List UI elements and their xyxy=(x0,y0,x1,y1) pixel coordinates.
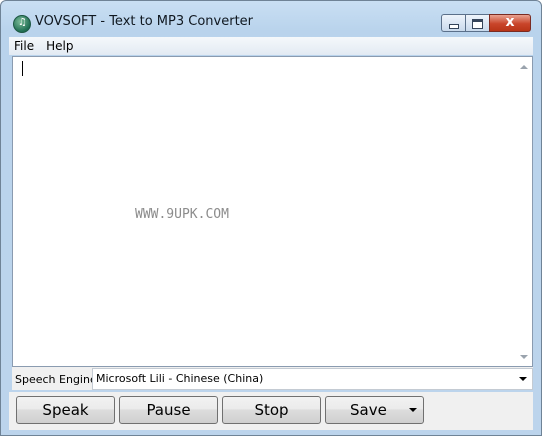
close-button[interactable]: x xyxy=(489,14,531,32)
menu-bar: File Help xyxy=(9,37,533,55)
close-icon: x xyxy=(505,14,515,30)
maximize-button[interactable] xyxy=(465,14,489,32)
app-window: ♫ VOVSOFT - Text to MP3 Converter x File… xyxy=(0,0,542,436)
caption-buttons: x xyxy=(441,14,531,32)
app-logo-icon[interactable]: ♫ xyxy=(13,15,31,33)
minimize-button[interactable] xyxy=(441,14,465,32)
button-bar: Speak Pause Stop Save xyxy=(9,392,533,430)
chevron-down-icon[interactable] xyxy=(519,377,527,381)
speech-engine-row: Speech Engine: Microsoft Lili - Chinese … xyxy=(12,367,533,390)
speech-engine-value: Microsoft Lili - Chinese (China) xyxy=(96,372,264,385)
text-editor[interactable]: WWW.9UPK.COM xyxy=(12,56,533,367)
scroll-up-icon[interactable] xyxy=(520,65,528,69)
menu-help[interactable]: Help xyxy=(41,39,78,53)
vertical-scrollbar[interactable] xyxy=(515,57,532,366)
text-caret xyxy=(22,61,23,76)
scroll-down-icon[interactable] xyxy=(520,355,528,359)
save-dropdown-icon[interactable] xyxy=(409,408,417,412)
watermark-text: WWW.9UPK.COM xyxy=(135,207,229,222)
stop-button[interactable]: Stop xyxy=(222,396,321,424)
window-title: VOVSOFT - Text to MP3 Converter xyxy=(35,14,254,29)
save-button-label: Save xyxy=(350,401,387,419)
speech-engine-label: Speech Engine: xyxy=(15,373,101,386)
title-bar[interactable]: ♫ VOVSOFT - Text to MP3 Converter x xyxy=(1,1,541,37)
save-button[interactable]: Save xyxy=(325,396,424,424)
menu-file[interactable]: File xyxy=(9,39,39,53)
speech-engine-select[interactable]: Microsoft Lili - Chinese (China) xyxy=(92,368,533,390)
speak-button[interactable]: Speak xyxy=(16,396,115,424)
pause-button[interactable]: Pause xyxy=(119,396,218,424)
